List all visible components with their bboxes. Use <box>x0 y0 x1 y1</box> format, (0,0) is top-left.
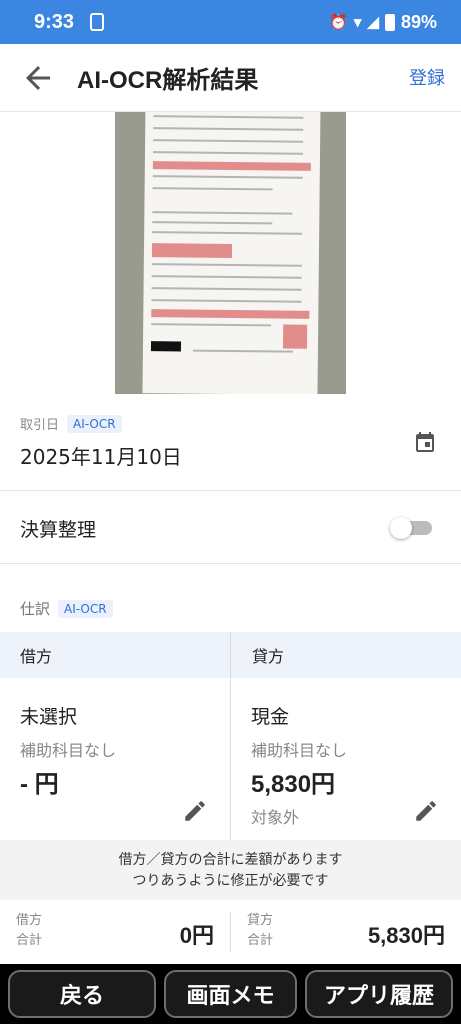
debit-entry[interactable]: 未選択 補助科目なし - 円 <box>0 678 230 840</box>
debit-total-label: 借方 合計 <box>16 913 43 948</box>
receipt-image[interactable] <box>115 112 346 394</box>
ai-ocr-badge: AI-OCR <box>67 414 122 433</box>
balance-warning: 借方／貸方の合計に差額があります つりあうように修正が必要です <box>0 840 461 900</box>
status-icons: ⏰ ▾ ◢ 89% <box>329 0 437 44</box>
settlement-toggle[interactable] <box>390 517 432 539</box>
credit-sub-account: 補助科目なし <box>251 741 348 760</box>
vibrate-icon <box>90 13 105 31</box>
credit-amount: 5,830円 <box>251 771 336 798</box>
toggle-knob <box>390 517 412 539</box>
page-title: AI-OCR解析結果 <box>77 67 259 94</box>
debit-sub-account: 補助科目なし <box>20 741 117 760</box>
credit-header: 貸方 <box>252 647 285 666</box>
warning-line-1: 借方／貸方の合計に差額があります <box>118 852 343 868</box>
debit-total: 借方 合計 0円 <box>0 900 230 964</box>
totals-bar: 借方 合計 0円 貸方 合計 5,830円 <box>0 900 461 964</box>
status-bar: 9:33 ⏰ ▾ ◢ 89% <box>0 0 461 44</box>
transaction-date-section: 取引日 AI-OCR 2025年11月10日 <box>0 394 461 491</box>
transaction-date-label: 取引日 <box>20 418 60 433</box>
battery-level: 89% <box>400 11 437 32</box>
credit-tax-category: 対象外 <box>251 808 300 827</box>
credit-entry[interactable]: 現金 補助科目なし 5,830円 対象外 <box>231 678 461 840</box>
credit-total-value: 5,830円 <box>367 923 445 948</box>
back-arrow-icon[interactable] <box>20 60 56 96</box>
pencil-icon[interactable] <box>182 798 208 824</box>
journal-label-row: 仕訳 AI-OCR <box>20 598 113 619</box>
bottom-nav: 戻る 画面メモ アプリ履歴 <box>0 964 461 1024</box>
alarm-icon: ⏰ <box>329 14 348 31</box>
register-button[interactable]: 登録 <box>409 64 445 90</box>
pencil-icon[interactable] <box>413 798 439 824</box>
debit-amount: - 円 <box>20 771 59 798</box>
screen-memo-button[interactable]: 画面メモ <box>164 970 297 1018</box>
debit-header: 借方 <box>20 647 53 666</box>
debit-total-value: 0円 <box>179 923 214 948</box>
credit-account: 現金 <box>251 706 290 728</box>
app-bar: AI-OCR解析結果 登録 <box>0 44 461 112</box>
journal-label: 仕訳 <box>20 600 51 618</box>
battery-icon <box>384 13 395 31</box>
warning-line-2: つりあうように修正が必要です <box>132 873 329 889</box>
debit-account: 未選択 <box>20 706 78 728</box>
receipt-paper <box>142 112 321 394</box>
transaction-date-value[interactable]: 2025年11月10日 <box>20 441 182 470</box>
credit-total-label: 貸方 合計 <box>247 913 274 948</box>
back-button[interactable]: 戻る <box>8 970 156 1018</box>
wifi-icon: ▾ <box>353 14 362 31</box>
settlement-label: 決算整理 <box>20 519 97 541</box>
receipt-image-area <box>0 112 461 394</box>
ai-ocr-badge: AI-OCR <box>58 599 113 618</box>
status-time: 9:33 <box>34 10 75 33</box>
app-history-button[interactable]: アプリ履歴 <box>305 970 453 1018</box>
credit-total: 貸方 合計 5,830円 <box>231 900 461 964</box>
calendar-icon[interactable] <box>413 429 437 455</box>
settlement-section: 決算整理 <box>0 491 461 564</box>
transaction-date-label-row: 取引日 AI-OCR <box>20 414 122 433</box>
signal-icon: ◢ <box>367 14 379 31</box>
